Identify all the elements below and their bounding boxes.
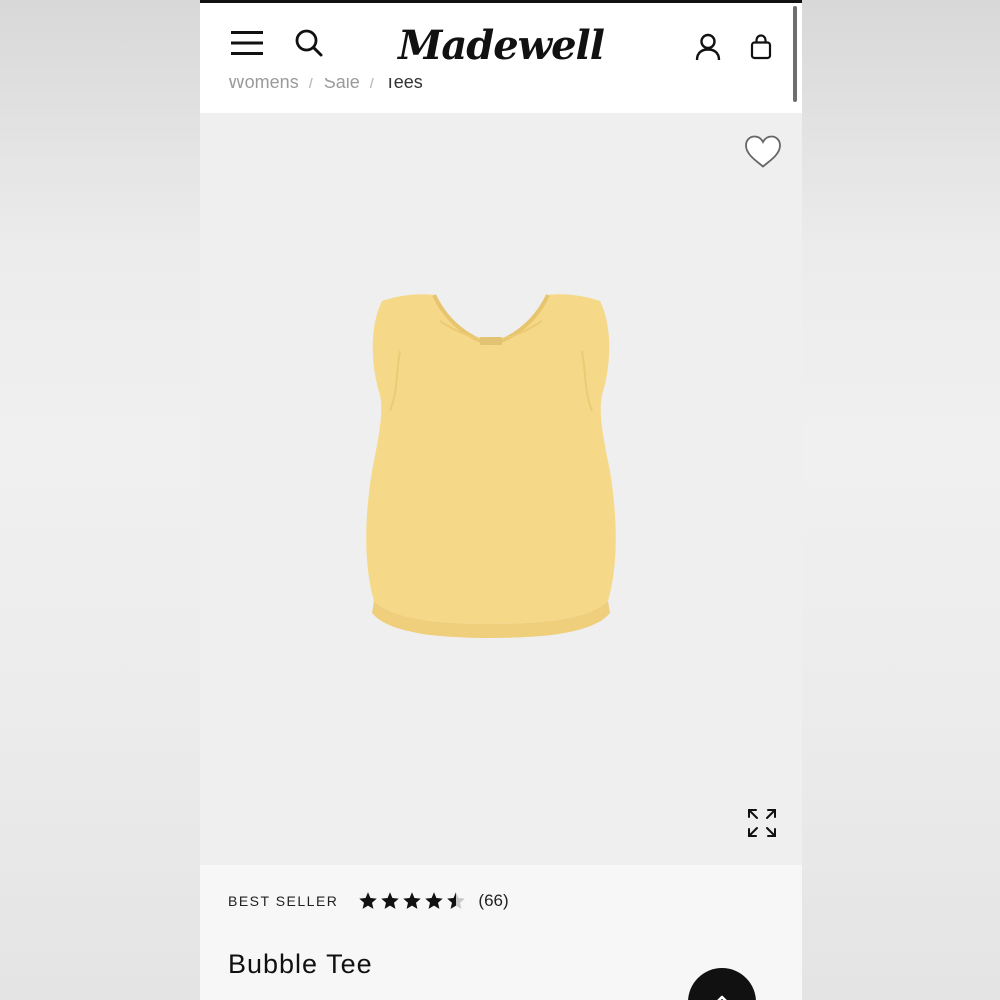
heart-icon	[745, 135, 781, 168]
product-info: BEST SELLER (66) Bubble Tee	[200, 865, 802, 1000]
star-full-icon	[425, 892, 444, 909]
scrollbar[interactable]	[793, 6, 797, 102]
back-to-top-button[interactable]	[688, 968, 756, 1000]
background-left	[0, 0, 200, 1000]
breadcrumb-current: Tees	[384, 71, 423, 92]
breadcrumb-separator: /	[369, 71, 375, 92]
badge-row: BEST SELLER (66)	[228, 891, 509, 911]
review-count[interactable]: (66)	[478, 891, 508, 911]
background-right	[802, 0, 1000, 1000]
brand-logo[interactable]: Madewell	[398, 17, 605, 73]
best-seller-badge: BEST SELLER	[228, 893, 339, 909]
account-button[interactable]	[692, 29, 724, 65]
favorite-button[interactable]	[742, 131, 784, 173]
breadcrumb-link[interactable]: Sale	[324, 78, 360, 93]
expand-icon	[748, 809, 776, 837]
shopping-bag-icon	[750, 34, 772, 60]
star-full-icon	[359, 892, 378, 909]
mobile-page: Madewell Womens / Sale / Tees BEST SELLE…	[200, 0, 802, 1000]
star-full-icon	[403, 892, 422, 909]
hamburger-menu-icon	[231, 31, 263, 55]
zoom-button[interactable]	[746, 807, 778, 839]
star-full-icon	[381, 892, 400, 909]
site-header: Madewell Womens / Sale / Tees	[200, 3, 802, 113]
breadcrumb-link[interactable]: Womens	[228, 78, 299, 93]
chevron-up-icon	[717, 995, 727, 1000]
rating-stars[interactable]	[358, 891, 466, 911]
product-image[interactable]	[200, 113, 802, 865]
product-title: Bubble Tee	[228, 949, 373, 979]
breadcrumb: Womens / Sale / Tees	[228, 71, 423, 93]
breadcrumb-separator: /	[308, 71, 314, 92]
bag-button[interactable]	[748, 29, 774, 65]
search-icon	[295, 29, 323, 57]
search-button[interactable]	[292, 25, 326, 61]
user-icon	[695, 33, 721, 61]
star-half-icon	[447, 892, 466, 909]
menu-button[interactable]	[228, 25, 266, 61]
garment-image	[366, 294, 616, 638]
